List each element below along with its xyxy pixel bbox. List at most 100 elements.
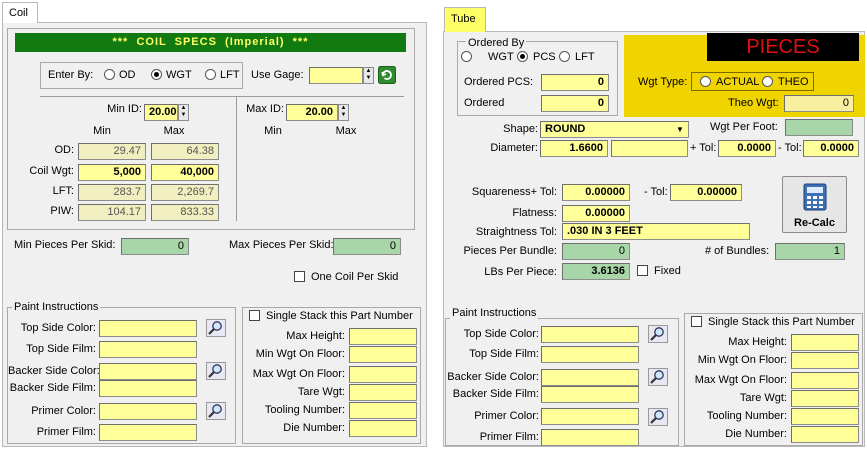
tube-primer-color-label: Primer Color:	[474, 410, 539, 422]
chevron-down-icon[interactable]: ▼	[673, 123, 687, 136]
coil-max-wgt-floor-input[interactable]	[349, 366, 417, 383]
squareness-minus-tol-input[interactable]: 0.00000	[670, 184, 742, 201]
plus-tol-input[interactable]: 0.0000	[718, 140, 776, 157]
lft-min-field[interactable]: 283.7	[78, 184, 146, 201]
plus-tol-label: + Tol:	[690, 142, 717, 154]
diameter-input-2[interactable]	[611, 140, 688, 157]
use-gage-input[interactable]	[309, 67, 363, 84]
min-pieces-field[interactable]: 0	[121, 238, 189, 255]
coil-min-wgt-floor-label: Min Wgt On Floor:	[255, 348, 345, 360]
lft-max-field[interactable]: 2,269.7	[151, 184, 219, 201]
coil-top-color-search-icon[interactable]	[206, 319, 226, 337]
wgt-type-actual-label: ACTUAL	[716, 76, 760, 88]
min-id-label: Min ID:	[107, 103, 142, 115]
tube-primer-color-search-icon[interactable]	[648, 408, 668, 426]
tube-single-stack-checkbox[interactable]	[691, 316, 702, 327]
coil-die-number-label: Die Number:	[283, 422, 345, 434]
coil-max-height-input[interactable]	[349, 328, 417, 345]
piw-max-field[interactable]: 833.33	[151, 204, 219, 221]
coil-divider-h	[40, 96, 404, 97]
tube-primer-film-input[interactable]	[541, 429, 639, 446]
diameter-input[interactable]: 1.6600	[540, 140, 608, 157]
wgt-per-foot-field[interactable]	[785, 119, 853, 136]
squareness-input[interactable]: 0.00000	[562, 184, 630, 201]
coil-primer-color-input[interactable]	[99, 403, 197, 420]
coil-tare-wgt-input[interactable]	[349, 384, 417, 401]
coil-backer-side-color-input[interactable]	[99, 363, 197, 380]
wgt-type-actual-radio[interactable]	[700, 76, 711, 87]
straightness-input[interactable]: .030 IN 3 FEET	[562, 223, 750, 240]
tube-max-height-input[interactable]	[791, 334, 859, 351]
enter-by-lft-radio[interactable]	[205, 69, 216, 80]
tube-backer-side-film-label: Backer Side Film:	[452, 388, 539, 400]
coil-wgt-min-input[interactable]: 5,000	[78, 164, 146, 181]
tube-tare-wgt-input[interactable]	[791, 390, 859, 407]
tube-die-number-input[interactable]	[791, 426, 859, 443]
tube-backer-side-film-input[interactable]	[541, 386, 639, 403]
od-min-field[interactable]: 29.47	[78, 143, 146, 160]
flatness-input[interactable]: 0.00000	[562, 205, 630, 222]
ordered-input[interactable]: 0	[541, 95, 609, 112]
coil-tooling-number-label: Tooling Number:	[264, 404, 345, 416]
tube-backer-side-color-label: Backer Side Color:	[447, 371, 539, 383]
coil-backer-side-color-label: Backer Side Color:	[8, 365, 100, 377]
num-bundles-field[interactable]: 1	[775, 243, 845, 260]
shape-select[interactable]: ROUND	[540, 121, 689, 138]
one-coil-checkbox[interactable]	[294, 271, 305, 282]
min-id-spinner[interactable]: ▲ ▼	[178, 104, 189, 121]
tube-backer-side-color-input[interactable]	[541, 369, 639, 386]
coil-top-side-film-input[interactable]	[99, 341, 197, 358]
coil-top-side-color-input[interactable]	[99, 320, 197, 337]
enter-by-wgt-radio[interactable]	[151, 69, 162, 80]
lft-label: LFT:	[52, 185, 74, 197]
fixed-checkbox[interactable]	[637, 265, 648, 276]
tube-max-wgt-floor-input[interactable]	[791, 372, 859, 389]
coil-single-stack-checkbox[interactable]	[249, 310, 260, 321]
tab-tube[interactable]: Tube	[444, 7, 486, 32]
coil-specs-banner: *** COIL SPECS (Imperial) ***	[15, 33, 406, 52]
refresh-icon[interactable]	[378, 66, 396, 84]
ordered-by-lft-radio[interactable]	[559, 51, 570, 62]
tube-min-wgt-floor-input[interactable]	[791, 352, 859, 369]
tab-coil[interactable]: Coil	[2, 2, 38, 23]
coil-top-side-film-label: Top Side Film:	[26, 343, 96, 355]
enter-by-od-radio[interactable]	[104, 69, 115, 80]
lbs-per-piece-field[interactable]: 3.6136	[562, 263, 630, 280]
use-gage-spinner[interactable]: ▲ ▼	[363, 67, 374, 84]
recalc-label: Re-Calc	[794, 217, 835, 229]
coil-primer-film-input[interactable]	[99, 424, 197, 441]
ordered-by-pcs-radio[interactable]	[517, 51, 528, 62]
coil-tooling-number-input[interactable]	[349, 402, 417, 419]
piw-min-field[interactable]: 104.17	[78, 204, 146, 221]
calculator-icon	[801, 182, 829, 212]
od-max-field[interactable]: 64.38	[151, 143, 219, 160]
coil-max-wgt-floor-label: Max Wgt On Floor:	[252, 368, 345, 380]
tube-top-side-film-input[interactable]	[541, 346, 639, 363]
coil-single-stack-label: Single Stack this Part Number	[266, 310, 413, 322]
wgt-type-theo-radio[interactable]	[762, 76, 773, 87]
tube-tooling-number-input[interactable]	[791, 408, 859, 425]
theo-wgt-field[interactable]: 0	[784, 95, 854, 112]
coil-wgt-max-input[interactable]: 40,000	[151, 164, 219, 181]
recalc-button[interactable]: Re-Calc	[782, 176, 847, 233]
coil-backer-color-search-icon[interactable]	[206, 362, 226, 380]
coil-primer-color-search-icon[interactable]	[206, 402, 226, 420]
tube-top-color-search-icon[interactable]	[648, 325, 668, 343]
ordered-by-wgt-radio[interactable]	[461, 51, 472, 62]
max-id-input[interactable]: 20.00	[286, 104, 338, 121]
max-pieces-field[interactable]: 0	[333, 238, 401, 255]
minus-tol-input[interactable]: 0.0000	[803, 140, 859, 157]
tube-backer-color-search-icon[interactable]	[648, 368, 668, 386]
min-id-input[interactable]: 20.00	[144, 104, 178, 121]
ordered-by-pcs-label: PCS	[533, 51, 556, 63]
lbs-per-piece-label: LBs Per Piece:	[484, 266, 557, 278]
coil-backer-side-film-input[interactable]	[99, 380, 197, 397]
coil-min-wgt-floor-input[interactable]	[349, 346, 417, 363]
coil-die-number-input[interactable]	[349, 420, 417, 437]
tube-primer-color-input[interactable]	[541, 408, 639, 425]
ordered-pcs-input[interactable]: 0	[541, 74, 609, 91]
col-min-right-header: Min	[264, 125, 282, 137]
pieces-per-bundle-field[interactable]: 0	[562, 243, 630, 260]
tube-top-side-color-input[interactable]	[541, 326, 639, 343]
max-id-spinner[interactable]: ▲ ▼	[338, 104, 349, 121]
